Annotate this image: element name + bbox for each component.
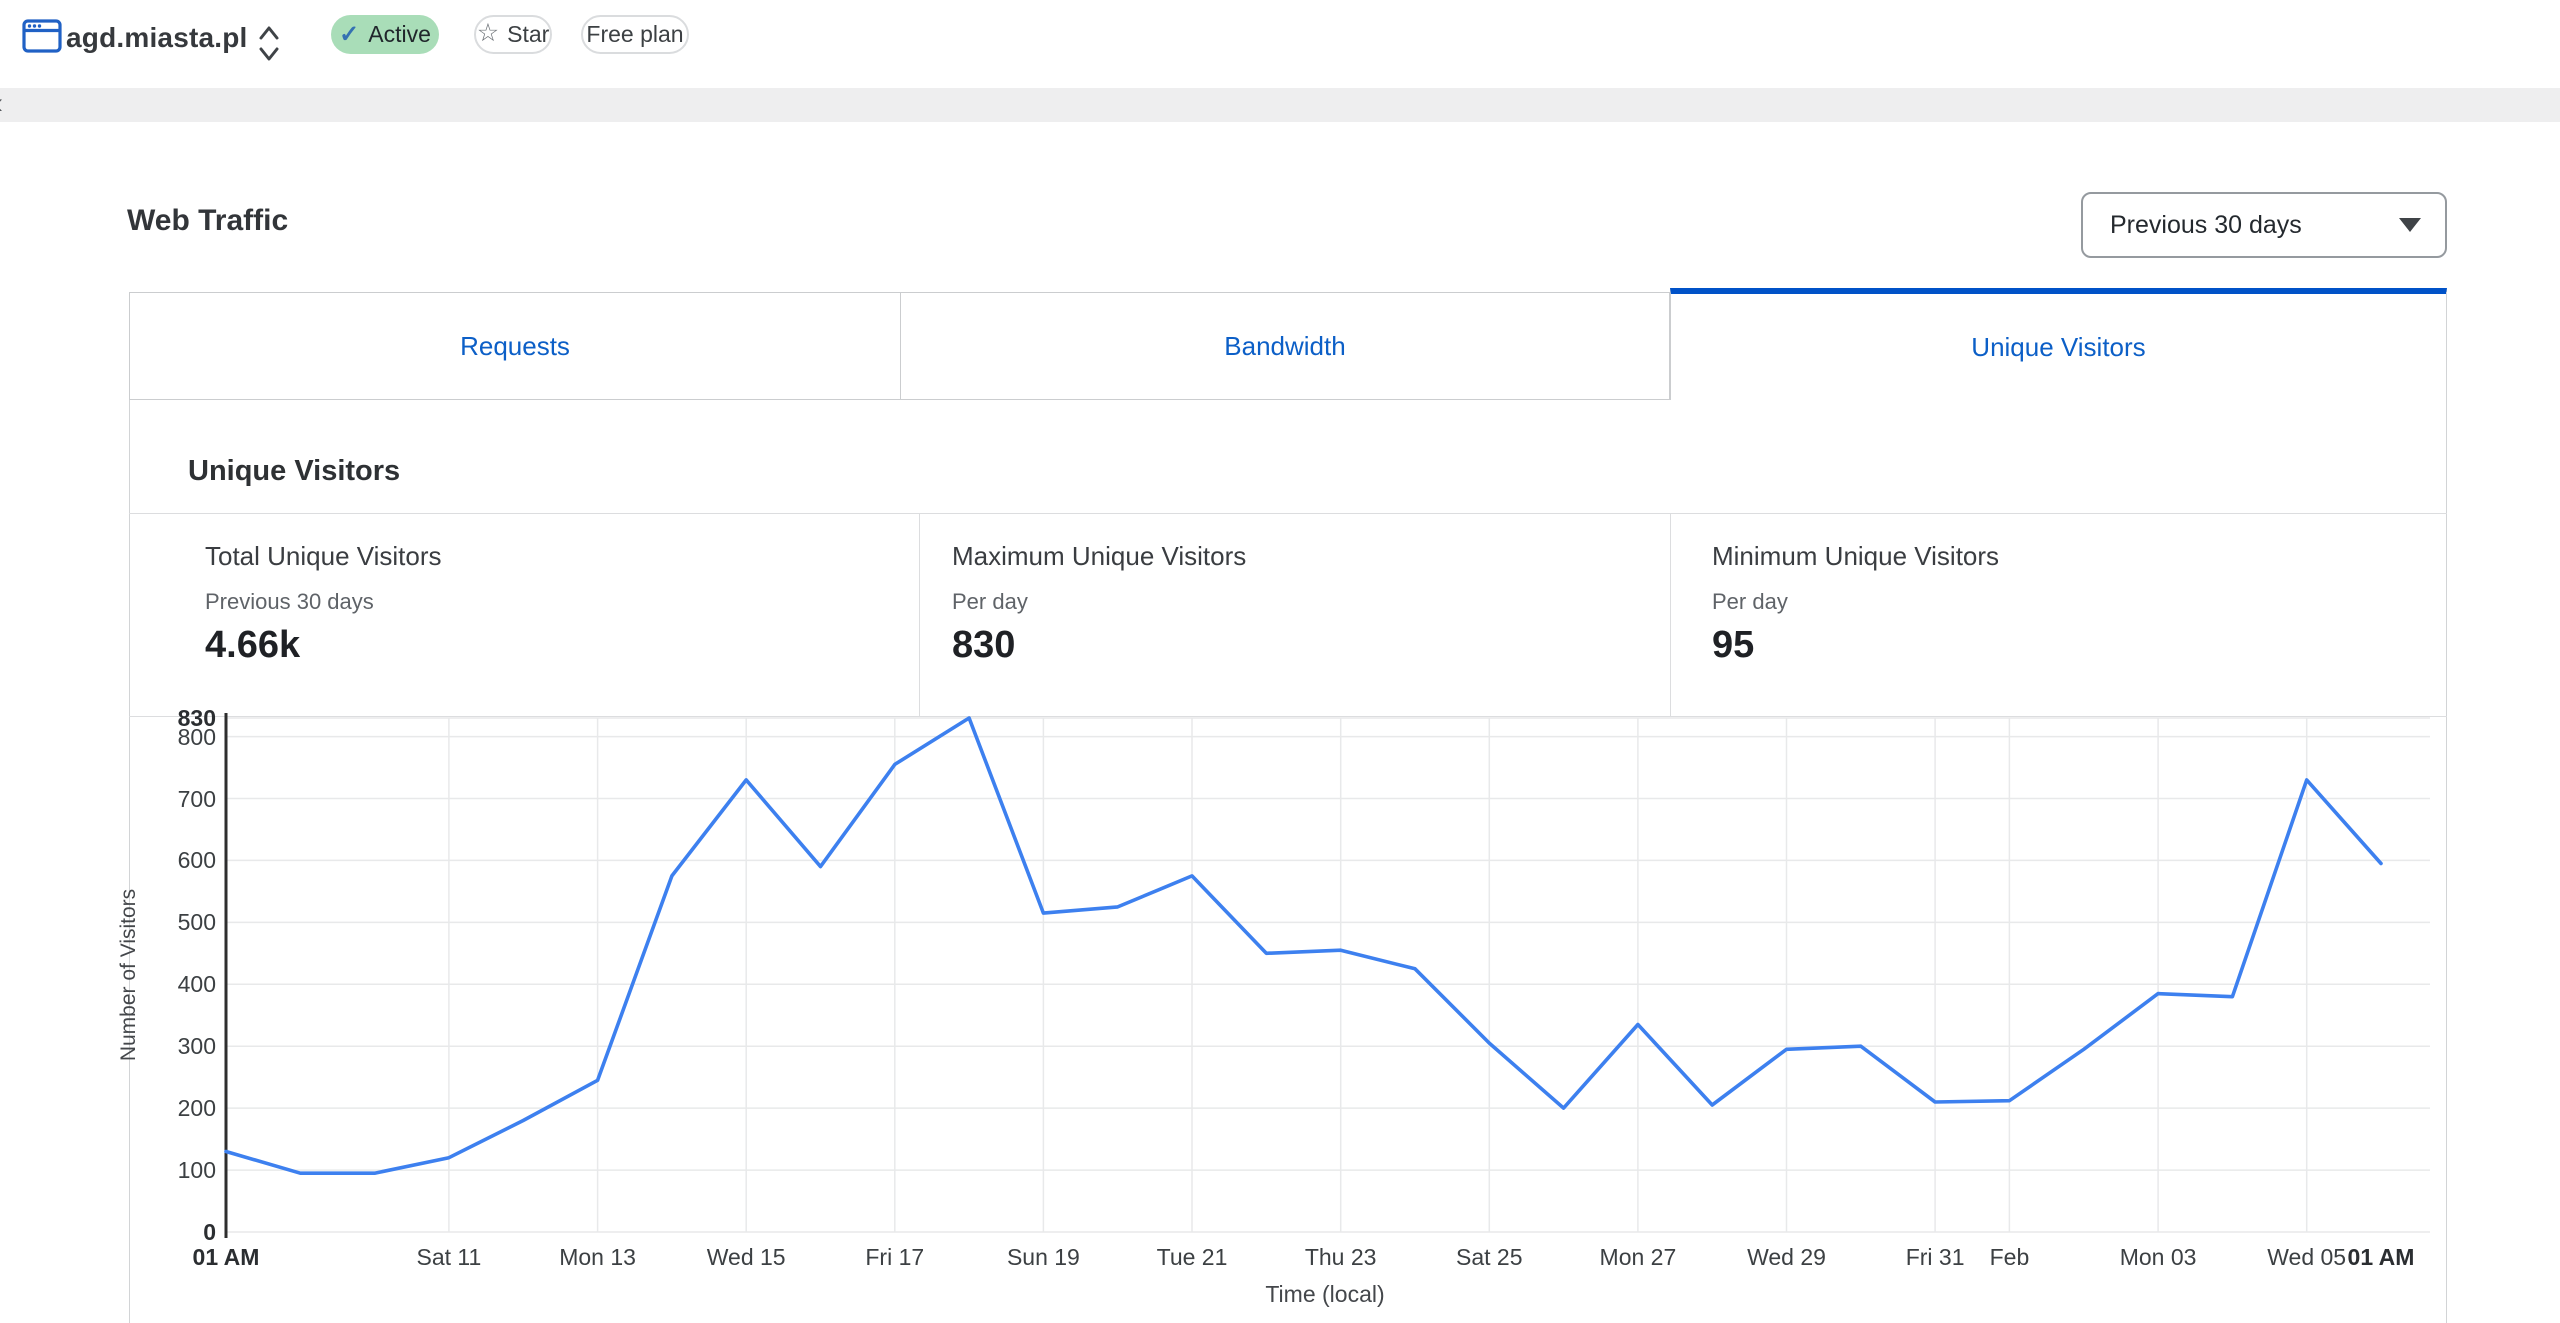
y-axis-tick: 300 bbox=[177, 1033, 216, 1060]
x-axis-tick: Mon 13 bbox=[559, 1244, 636, 1270]
x-axis-tick: Thu 23 bbox=[1304, 1244, 1377, 1270]
x-axis-tick: Wed 15 bbox=[706, 1244, 786, 1270]
y-axis-title: Number of Visitors bbox=[117, 888, 140, 1062]
y-axis-tick: 800 bbox=[177, 723, 216, 750]
y-axis-tick: 400 bbox=[177, 971, 216, 998]
x-axis-tick: Feb bbox=[1989, 1244, 2030, 1270]
chart-plot-area[interactable] bbox=[226, 718, 2430, 1232]
x-axis-tick: 01 AM bbox=[2347, 1244, 2415, 1270]
y-axis-tick: 0 bbox=[203, 1219, 216, 1245]
x-axis-tick: Fri 17 bbox=[865, 1244, 925, 1270]
x-axis-tick: Mon 27 bbox=[1599, 1244, 1677, 1270]
y-axis-tick: 700 bbox=[177, 785, 216, 812]
x-axis-tick: Sat 25 bbox=[1456, 1244, 1523, 1270]
x-axis-title: Time (local) bbox=[1265, 1281, 1385, 1307]
y-axis-tick: 200 bbox=[177, 1095, 216, 1122]
y-axis-tick: 600 bbox=[177, 847, 216, 874]
x-axis-tick: 01 AM bbox=[192, 1244, 260, 1270]
x-axis-tick: Mon 03 bbox=[2119, 1244, 2197, 1270]
y-axis-tick: 100 bbox=[177, 1157, 216, 1184]
x-axis-tick: Tue 21 bbox=[1156, 1244, 1228, 1270]
x-axis-tick: Sun 19 bbox=[1006, 1244, 1080, 1270]
x-axis-tick: Wed 29 bbox=[1747, 1244, 1826, 1270]
y-axis-tick: 500 bbox=[177, 909, 216, 936]
x-axis-tick: Sat 11 bbox=[416, 1244, 482, 1270]
